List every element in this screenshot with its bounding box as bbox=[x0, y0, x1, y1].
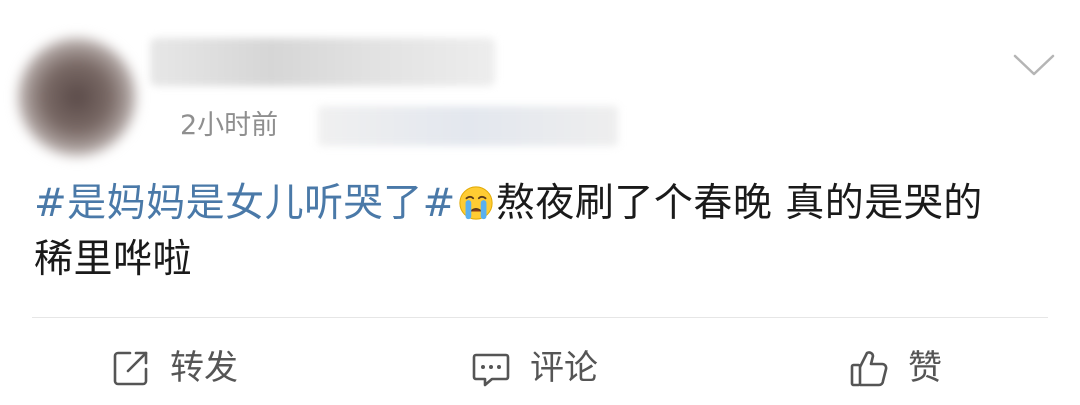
like-label: 赞 bbox=[908, 348, 942, 388]
comment-icon bbox=[472, 353, 510, 387]
divider bbox=[32, 317, 1048, 318]
post-source-redacted bbox=[318, 106, 618, 146]
comment-button[interactable]: 评论 bbox=[470, 340, 598, 396]
share-icon bbox=[113, 351, 148, 386]
topic-link[interactable]: #是妈妈是女儿听哭了# bbox=[34, 181, 456, 226]
thumbs-up-icon bbox=[850, 351, 888, 387]
repost-button[interactable]: 转发 bbox=[110, 340, 238, 396]
post-text-line1: 熬夜刷了个春晚 真的是哭的 bbox=[495, 181, 983, 226]
crying-face-emoji-icon bbox=[459, 186, 493, 220]
post-time: 2小时前 bbox=[180, 110, 279, 141]
post-content: #是妈妈是女儿听哭了# 熬夜刷了个春晚 真的是哭的 稀里哗啦 bbox=[34, 176, 1044, 288]
username-redacted[interactable] bbox=[150, 38, 495, 86]
action-bar: 转发 评论 赞 bbox=[0, 340, 1080, 396]
weibo-post-card: 2小时前 #是妈妈是女儿听哭了# 熬夜刷了个春晚 真的是哭的 稀里哗啦 转发 评… bbox=[0, 0, 1080, 405]
post-text-line2: 稀里哗啦 bbox=[34, 237, 193, 282]
chevron-down-icon[interactable] bbox=[1012, 52, 1056, 78]
repost-label: 转发 bbox=[170, 348, 238, 388]
comment-label: 评论 bbox=[530, 348, 598, 388]
user-avatar[interactable] bbox=[18, 38, 136, 156]
like-button[interactable]: 赞 bbox=[848, 340, 942, 396]
